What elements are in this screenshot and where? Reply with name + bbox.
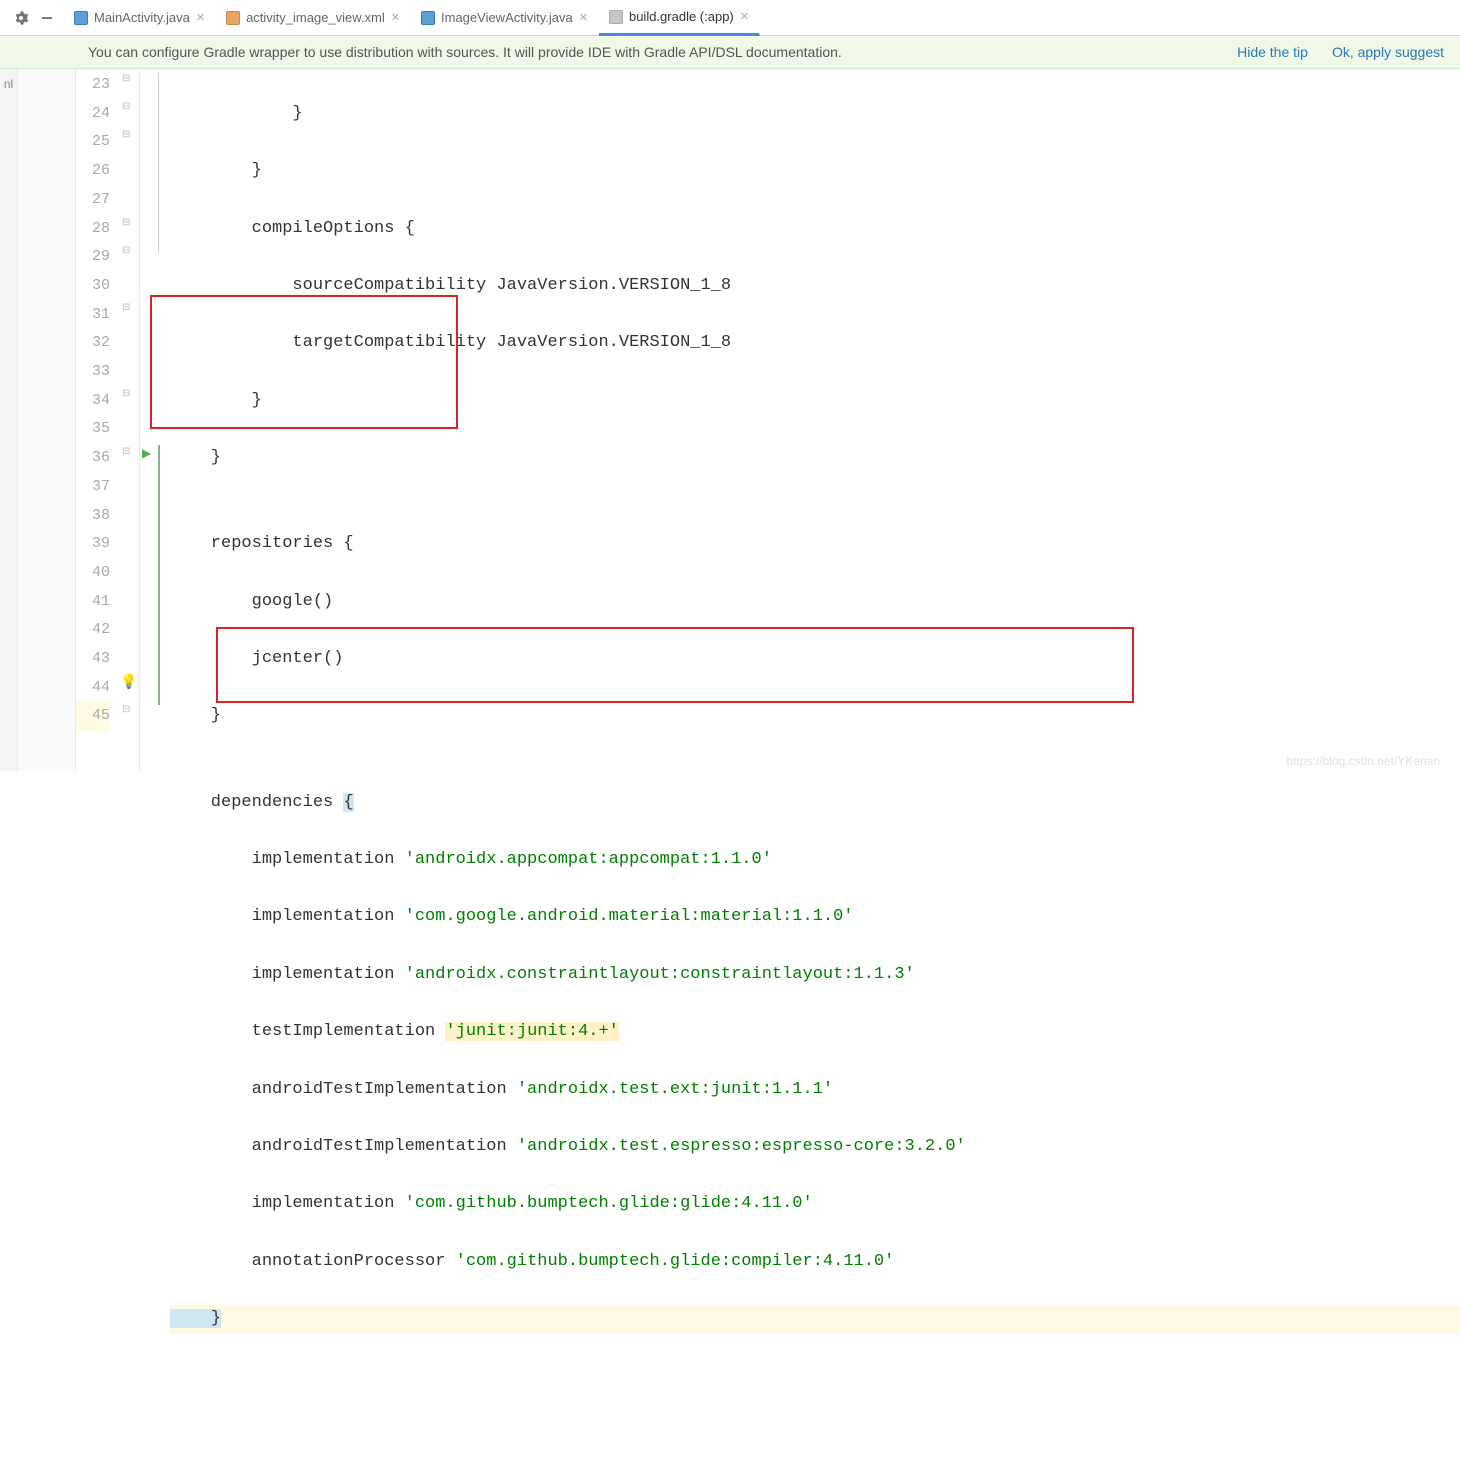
- xml-file-icon: [226, 11, 240, 25]
- minimize-icon[interactable]: [38, 9, 56, 27]
- fold-icon[interactable]: ⊟: [122, 73, 130, 84]
- bulb-icon[interactable]: 💡: [120, 673, 137, 690]
- gradle-file-icon: [609, 10, 623, 24]
- run-gutter: ▶: [140, 69, 156, 771]
- fold-icon[interactable]: ⊟: [122, 129, 130, 140]
- tab-main-activity[interactable]: MainActivity.java ✕: [64, 0, 216, 36]
- line-numbers: 2324252627282930313233343536373839404142…: [76, 69, 118, 771]
- fold-icon[interactable]: ⊟: [122, 446, 130, 457]
- run-icon[interactable]: ▶: [142, 446, 151, 460]
- close-icon[interactable]: ✕: [579, 11, 588, 24]
- code-area[interactable]: } } compileOptions { sourceCompatibility…: [166, 69, 1460, 771]
- tab-label: MainActivity.java: [94, 10, 190, 25]
- gutter: 2324252627282930313233343536373839404142…: [76, 69, 156, 771]
- fold-icon[interactable]: ⊟: [122, 704, 130, 715]
- gutter-icons: ⊟ ⊟ ⊟ ⊟ ⊟ ⊟ ⊟ ⊟ ⊟ 💡: [118, 69, 140, 771]
- fold-icon[interactable]: ⊟: [122, 245, 130, 256]
- gear-icon[interactable]: [12, 9, 30, 27]
- tab-label: ImageViewActivity.java: [441, 10, 573, 25]
- tab-activity-xml[interactable]: activity_image_view.xml ✕: [216, 0, 411, 36]
- project-strip: [18, 69, 76, 771]
- close-icon[interactable]: ✕: [196, 11, 205, 24]
- tab-label: activity_image_view.xml: [246, 10, 385, 25]
- structure-bar: [156, 69, 166, 771]
- tab-bar: MainActivity.java ✕ activity_image_view.…: [64, 0, 760, 36]
- java-file-icon: [74, 11, 88, 25]
- tab-build-gradle[interactable]: build.gradle (:app) ✕: [599, 0, 760, 36]
- fold-icon[interactable]: ⊟: [122, 101, 130, 112]
- fold-icon[interactable]: ⊟: [122, 217, 130, 228]
- left-pad: nl: [0, 69, 18, 771]
- java-file-icon: [421, 11, 435, 25]
- close-icon[interactable]: ✕: [740, 10, 749, 23]
- toolbar: MainActivity.java ✕ activity_image_view.…: [0, 0, 1460, 36]
- tip-bar: You can configure Gradle wrapper to use …: [0, 36, 1460, 69]
- fold-icon[interactable]: ⊟: [122, 302, 130, 313]
- hide-tip-link[interactable]: Hide the tip: [1237, 44, 1308, 60]
- apply-suggestion-link[interactable]: Ok, apply suggest: [1332, 44, 1444, 60]
- close-icon[interactable]: ✕: [391, 11, 400, 24]
- fold-icon[interactable]: ⊟: [122, 388, 130, 399]
- editor: nl 2324252627282930313233343536373839404…: [0, 69, 1460, 771]
- tab-label: build.gradle (:app): [629, 9, 734, 24]
- tab-image-view-activity[interactable]: ImageViewActivity.java ✕: [411, 0, 599, 36]
- tip-message: You can configure Gradle wrapper to use …: [88, 44, 842, 60]
